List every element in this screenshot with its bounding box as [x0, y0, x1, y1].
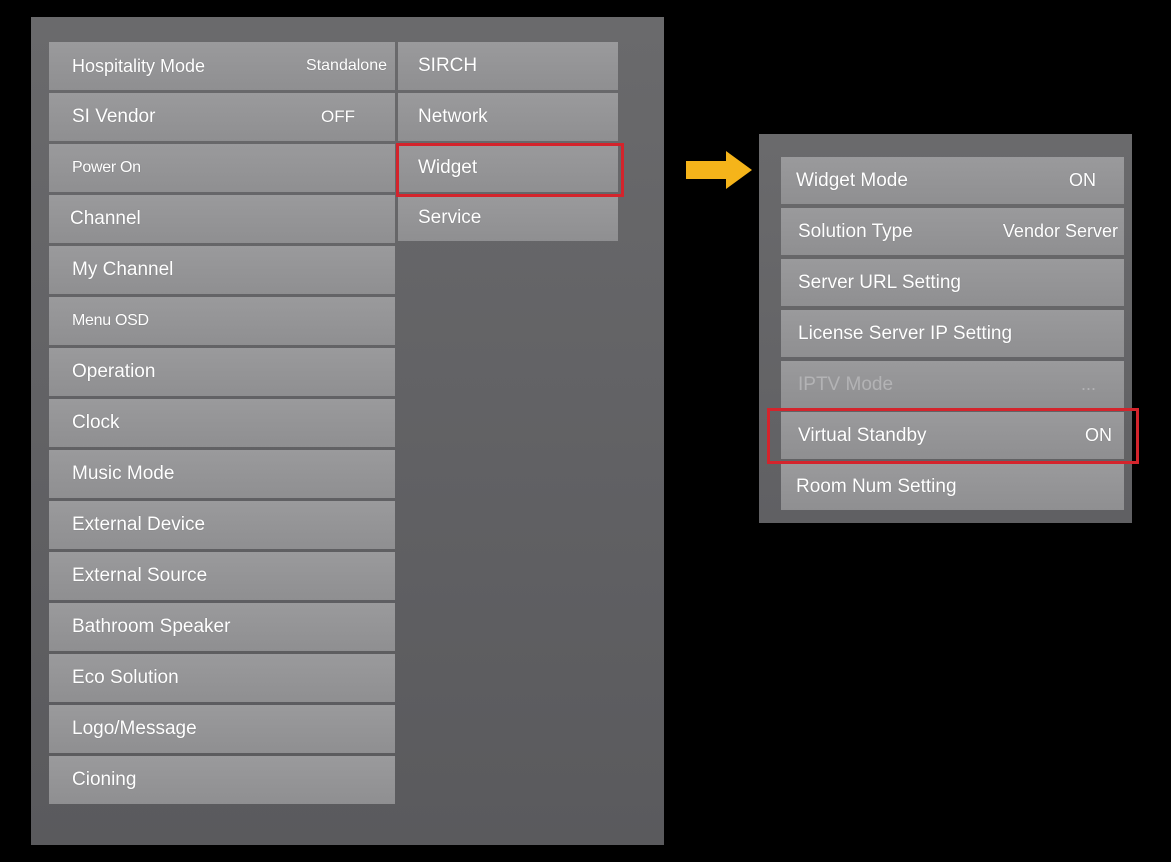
submenu-item-label: License Server IP Setting	[798, 322, 1013, 344]
menu-item-widget[interactable]: Widget	[398, 144, 618, 192]
right-arrow-icon	[686, 151, 752, 189]
menu-item-clock[interactable]: Clock	[49, 399, 395, 447]
menu-item-label: Eco Solution	[72, 667, 179, 688]
menu-item-my-channel[interactable]: My Channel	[49, 246, 395, 294]
menu-item-label: External Source	[72, 565, 208, 586]
menu-item-label: Cioning	[72, 769, 137, 790]
submenu-item-label: Virtual Standby	[798, 424, 927, 446]
widget-submenu-list: Widget Mode ON Solution Type Vendor Serv…	[781, 157, 1124, 514]
menu-item-label: Channel	[70, 208, 141, 229]
menu-item-channel[interactable]: Channel	[49, 195, 395, 243]
menu-item-network[interactable]: Network	[398, 93, 618, 141]
submenu-item-value: ON	[1069, 170, 1096, 190]
menu-item-service[interactable]: Service	[398, 195, 618, 241]
submenu-item-value: ON	[1085, 425, 1112, 445]
menu-item-menu-osd[interactable]: Menu OSD	[49, 297, 395, 345]
submenu-item-label: Server URL Setting	[798, 271, 961, 293]
submenu-item-label: Room Num Setting	[796, 475, 957, 497]
screen: Hospitality Mode Standalone SI Vendor OF…	[0, 0, 1171, 862]
menu-item-external-device[interactable]: External Device	[49, 501, 395, 549]
submenu-item-room-num-setting[interactable]: Room Num Setting	[781, 463, 1124, 510]
menu-item-hospitality-mode[interactable]: Hospitality Mode Standalone	[49, 42, 395, 90]
menu-item-label: Menu OSD	[72, 312, 149, 329]
menu-item-label: Bathroom Speaker	[72, 616, 231, 637]
menu-item-label: Hospitality Mode	[72, 55, 206, 76]
submenu-item-solution-type[interactable]: Solution Type Vendor Server	[781, 208, 1124, 255]
menu-item-eco-solution[interactable]: Eco Solution	[49, 654, 395, 702]
menu-item-label: My Channel	[72, 259, 174, 280]
submenu-item-license-server-ip-setting[interactable]: License Server IP Setting	[781, 310, 1124, 357]
menu-item-value: Standalone	[306, 57, 387, 74]
menu-item-cloning[interactable]: Cioning	[49, 756, 395, 804]
menu-item-label: Network	[418, 106, 488, 127]
submenu-item-virtual-standby[interactable]: Virtual Standby ON	[781, 412, 1124, 459]
submenu-item-label: IPTV Mode	[798, 373, 894, 395]
menu-item-sirch[interactable]: SIRCH	[398, 42, 618, 90]
menu-item-label: Music Mode	[72, 463, 175, 484]
menu-item-value: OFF	[321, 107, 355, 126]
submenu-item-value: Vendor Server	[1002, 221, 1118, 241]
menu-item-label: SIRCH	[418, 55, 478, 76]
menu-item-label: Widget	[418, 157, 478, 178]
menu-item-label: External Device	[72, 514, 206, 535]
menu-item-external-source[interactable]: External Source	[49, 552, 395, 600]
submenu-item-widget-mode[interactable]: Widget Mode ON	[781, 157, 1124, 204]
menu-item-label: Logo/Message	[72, 718, 197, 739]
menu-item-power-on[interactable]: Power On	[49, 144, 395, 192]
submenu-item-iptv-mode: IPTV Mode ...	[781, 361, 1124, 408]
menu-item-label: Clock	[72, 412, 120, 433]
submenu-item-label: Solution Type	[798, 220, 913, 242]
menu-item-label: Power On	[72, 159, 141, 176]
submenu-item-value: ...	[1080, 374, 1096, 394]
menu-item-label: Service	[418, 207, 482, 228]
menu-item-bathroom-speaker[interactable]: Bathroom Speaker	[49, 603, 395, 651]
menu-item-operation[interactable]: Operation	[49, 348, 395, 396]
menu-item-si-vendor[interactable]: SI Vendor OFF	[49, 93, 395, 141]
menu-item-label: Operation	[72, 361, 156, 382]
submenu-item-label: Widget Mode	[796, 169, 908, 191]
menu-item-label: SI Vendor	[72, 106, 156, 127]
main-menu-list: Hospitality Mode Standalone SI Vendor OF…	[49, 42, 395, 807]
main-menu-secondary-list: SIRCH Network Widget Service	[398, 42, 618, 244]
menu-item-logo-message[interactable]: Logo/Message	[49, 705, 395, 753]
menu-item-music-mode[interactable]: Music Mode	[49, 450, 395, 498]
submenu-item-server-url-setting[interactable]: Server URL Setting	[781, 259, 1124, 306]
